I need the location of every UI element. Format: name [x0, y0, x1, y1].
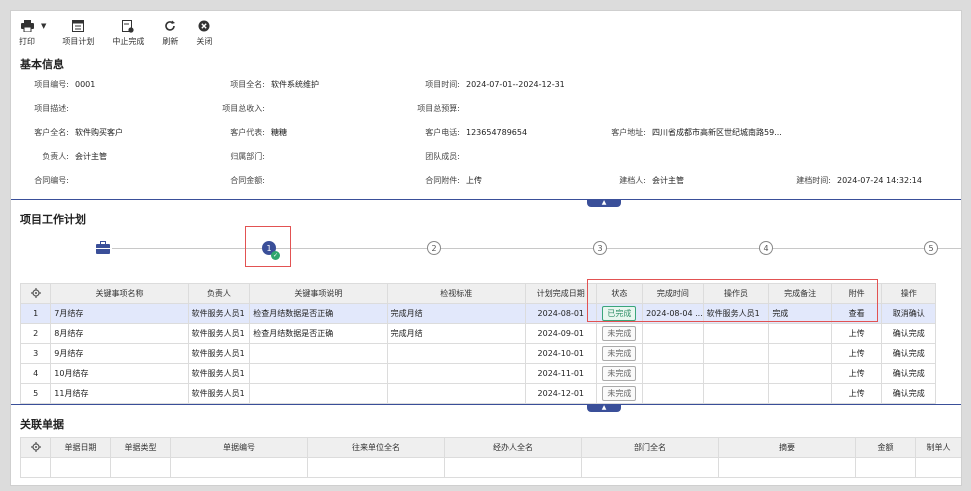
step-4[interactable]: 4 [759, 241, 773, 255]
step-highlight [245, 226, 291, 267]
table-row[interactable]: 4 10月结存 软件服务人员1 2024-11-01 未完成 上传 确认完成 [19, 363, 936, 384]
plan-divider [11, 404, 961, 405]
plan-title: 项目工作计划 [20, 213, 86, 226]
col-plan-date[interactable]: 计划完成日期 [524, 283, 597, 304]
refresh-button[interactable]: 刷新 [162, 19, 178, 47]
col-doc-no[interactable]: 单据编号 [170, 437, 308, 458]
related-docs-table: 单据日期 单据类型 单据编号 往来单位全名 经办人全名 部门全名 摘要 金额 制… [20, 437, 961, 478]
col-owner[interactable]: 负责人 [187, 283, 251, 304]
col-standard[interactable]: 检视标准 [386, 283, 526, 304]
step-2[interactable]: 2 [427, 241, 441, 255]
column-settings-icon[interactable] [19, 283, 52, 304]
basic-info-collapse-toggle[interactable]: ▲ [587, 199, 621, 207]
related-settings-icon[interactable] [20, 437, 51, 458]
confirm-complete-link[interactable]: 确认完成 [881, 383, 936, 404]
created-time-field: 建档时间: 2024-07-24 14:32:14 [796, 176, 922, 185]
col-doc-date[interactable]: 单据日期 [50, 437, 111, 458]
upload-attachment-link[interactable]: 上传 [830, 383, 883, 404]
col-summary[interactable]: 摘要 [718, 437, 856, 458]
upload-attachment-link[interactable]: 上传 [830, 363, 883, 384]
col-maker[interactable]: 制单人 [915, 437, 961, 458]
col-amount[interactable]: 金额 [855, 437, 916, 458]
project-plan-label: 项目计划 [62, 37, 95, 46]
refresh-icon [163, 19, 177, 33]
empty-row [20, 457, 961, 478]
upload-attachment-link[interactable]: 上传 [830, 343, 883, 364]
project-plan-button[interactable]: 项目计划 [62, 19, 94, 47]
col-item-name[interactable]: 关键事项名称 [50, 283, 189, 304]
project-no-field: 项目编号: 0001 [34, 80, 96, 89]
project-income-field: 项目总收入: [222, 104, 265, 113]
col-doc-type[interactable]: 单据类型 [110, 437, 171, 458]
col-handler[interactable]: 经办人全名 [444, 437, 582, 458]
owner-field: 负责人: 会计主管 [42, 152, 107, 161]
status-badge: 未完成 [602, 326, 637, 341]
chevron-up-icon: ▲ [601, 199, 607, 206]
close-icon [197, 19, 211, 33]
printer-icon [20, 19, 34, 33]
toolbar: 打印 ▼ 项目计划 中止完成 刷新 关闭 [11, 11, 961, 51]
project-budget-field: 项目总预算: [417, 104, 460, 113]
related-table-header: 单据日期 单据类型 单据编号 往来单位全名 经办人全名 部门全名 摘要 金额 制… [20, 437, 961, 458]
customer-address-field: 客户地址: 四川省成都市高新区世纪城南路59... [611, 128, 782, 137]
customer-phone-field: 客户电话: 123654789654 [425, 128, 528, 137]
project-time-field: 项目时间: 2024-07-01--2024-12-31 [425, 80, 565, 89]
status-columns-highlight [587, 279, 878, 322]
print-label: 打印 [19, 37, 35, 46]
col-item-desc[interactable]: 关键事项说明 [249, 283, 388, 304]
status-badge: 未完成 [602, 366, 637, 381]
confirm-complete-link[interactable]: 确认完成 [881, 363, 936, 384]
confirm-complete-link[interactable]: 确认完成 [881, 343, 936, 364]
chevron-up-icon: ▲ [601, 404, 607, 411]
document-stop-icon [121, 19, 135, 33]
status-badge: 未完成 [602, 386, 637, 401]
contract-file-field: 合同附件: 上传 [425, 176, 482, 185]
col-action[interactable]: 操作 [881, 283, 936, 304]
customer-field: 客户全名: 软件购买客户 [34, 128, 123, 137]
step-3[interactable]: 3 [593, 241, 607, 255]
creator-field: 建档人: 会计主管 [619, 176, 684, 185]
customer-rep-field: 客户代表: 糖糖 [230, 128, 287, 137]
col-partner[interactable]: 往来单位全名 [307, 437, 445, 458]
print-button[interactable]: 打印 [19, 19, 35, 47]
plan-collapse-toggle[interactable]: ▲ [587, 404, 621, 412]
upload-attachment-link[interactable]: 上传 [830, 323, 883, 344]
basic-info-divider [11, 199, 961, 200]
stop-complete-button[interactable]: 中止完成 [112, 19, 144, 47]
contract-amount-field: 合同金额: [230, 176, 265, 185]
status-badge: 未完成 [602, 346, 637, 361]
project-desc-field: 项目描述: [34, 104, 69, 113]
department-field: 归属部门: [230, 152, 265, 161]
briefcase-icon [95, 240, 111, 254]
contract-no-field: 合同编号: [34, 176, 69, 185]
basic-info-title: 基本信息 [20, 58, 64, 71]
team-field: 团队成员: [425, 152, 460, 161]
confirm-complete-link[interactable]: 确认完成 [881, 323, 936, 344]
close-button[interactable]: 关闭 [196, 19, 212, 47]
project-name-field: 项目全名: 软件系统维护 [230, 80, 319, 89]
stop-complete-label: 中止完成 [112, 37, 145, 46]
project-window: 打印 ▼ 项目计划 中止完成 刷新 关闭 基本信息 项目编号: 0001 项目全… [10, 10, 962, 486]
table-row[interactable]: 5 11月结存 软件服务人员1 2024-12-01 未完成 上传 确认完成 [19, 383, 936, 404]
refresh-label: 刷新 [162, 37, 179, 46]
close-label: 关闭 [196, 37, 213, 46]
plan-icon [71, 19, 85, 33]
print-dropdown-icon[interactable]: ▼ [41, 22, 46, 30]
related-docs-title: 关联单据 [20, 418, 64, 431]
cancel-confirm-link[interactable]: 取消确认 [881, 303, 936, 324]
contract-upload-link[interactable]: 上传 [466, 176, 482, 185]
table-row[interactable]: 2 8月结存 软件服务人员1 检查月结数据是否正确 完成月结 2024-09-0… [19, 323, 936, 344]
step-5[interactable]: 5 [924, 241, 938, 255]
col-department[interactable]: 部门全名 [581, 437, 719, 458]
steps-track [112, 248, 961, 249]
table-row[interactable]: 3 9月结存 软件服务人员1 2024-10-01 未完成 上传 确认完成 [19, 343, 936, 364]
